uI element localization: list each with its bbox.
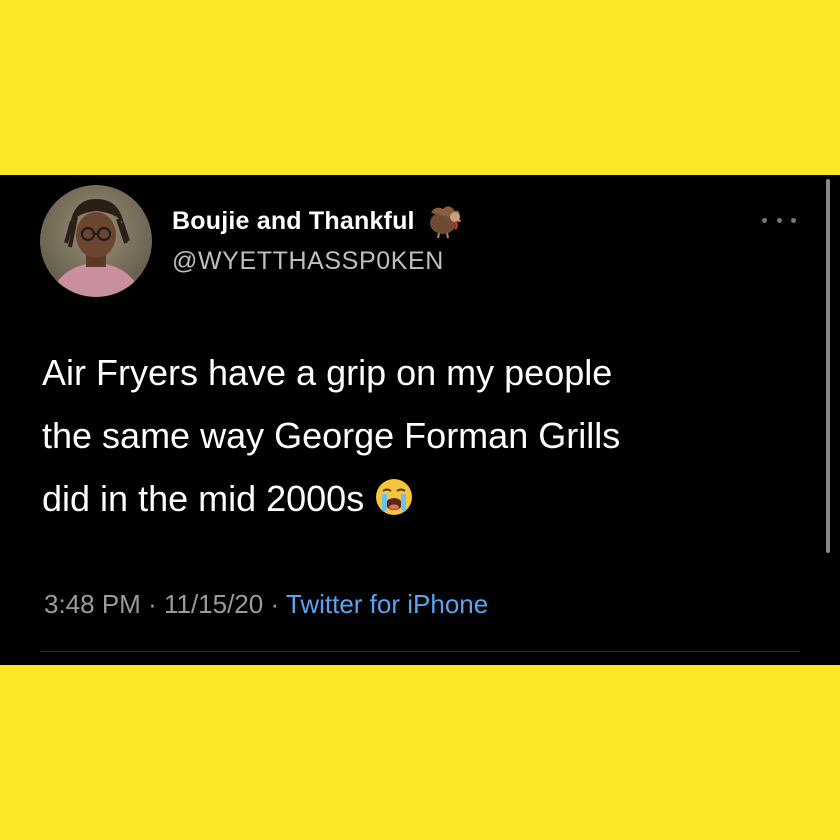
yellow-background: Boujie and Thankful @WYETTHASSP0KEN Air … [0, 0, 840, 840]
loudly-crying-face-icon [376, 479, 413, 516]
user-handle[interactable]: @WYETTHASSP0KEN [172, 247, 444, 276]
tweet-line-text: did in the mid 2000s [42, 478, 365, 519]
tweet-card: Boujie and Thankful @WYETTHASSP0KEN Air … [0, 175, 840, 665]
tweet-line: did in the mid 2000s [42, 467, 802, 530]
tweet-meta: 3:48 PM · 11/15/20 · Twitter for iPhone [44, 589, 488, 620]
avatar[interactable] [40, 185, 152, 297]
tweet-source-link[interactable]: Twitter for iPhone [286, 589, 488, 619]
meta-separator: · [270, 589, 286, 619]
scrollbar[interactable] [826, 179, 830, 553]
turkey-icon [429, 206, 462, 239]
display-name-row: Boujie and Thankful [172, 203, 465, 239]
meta-separator: · [148, 589, 164, 619]
divider [40, 651, 800, 652]
tweet-line: the same way George Forman Grills [42, 415, 621, 456]
tweet-date[interactable]: 11/15/20 [164, 589, 263, 619]
display-name[interactable]: Boujie and Thankful [172, 207, 415, 236]
tweet-time[interactable]: 3:48 PM [44, 589, 141, 619]
tweet-text: Air Fryers have a grip on my people the … [42, 341, 802, 530]
more-options-icon[interactable] [762, 213, 796, 227]
tweet-line: Air Fryers have a grip on my people [42, 352, 613, 393]
